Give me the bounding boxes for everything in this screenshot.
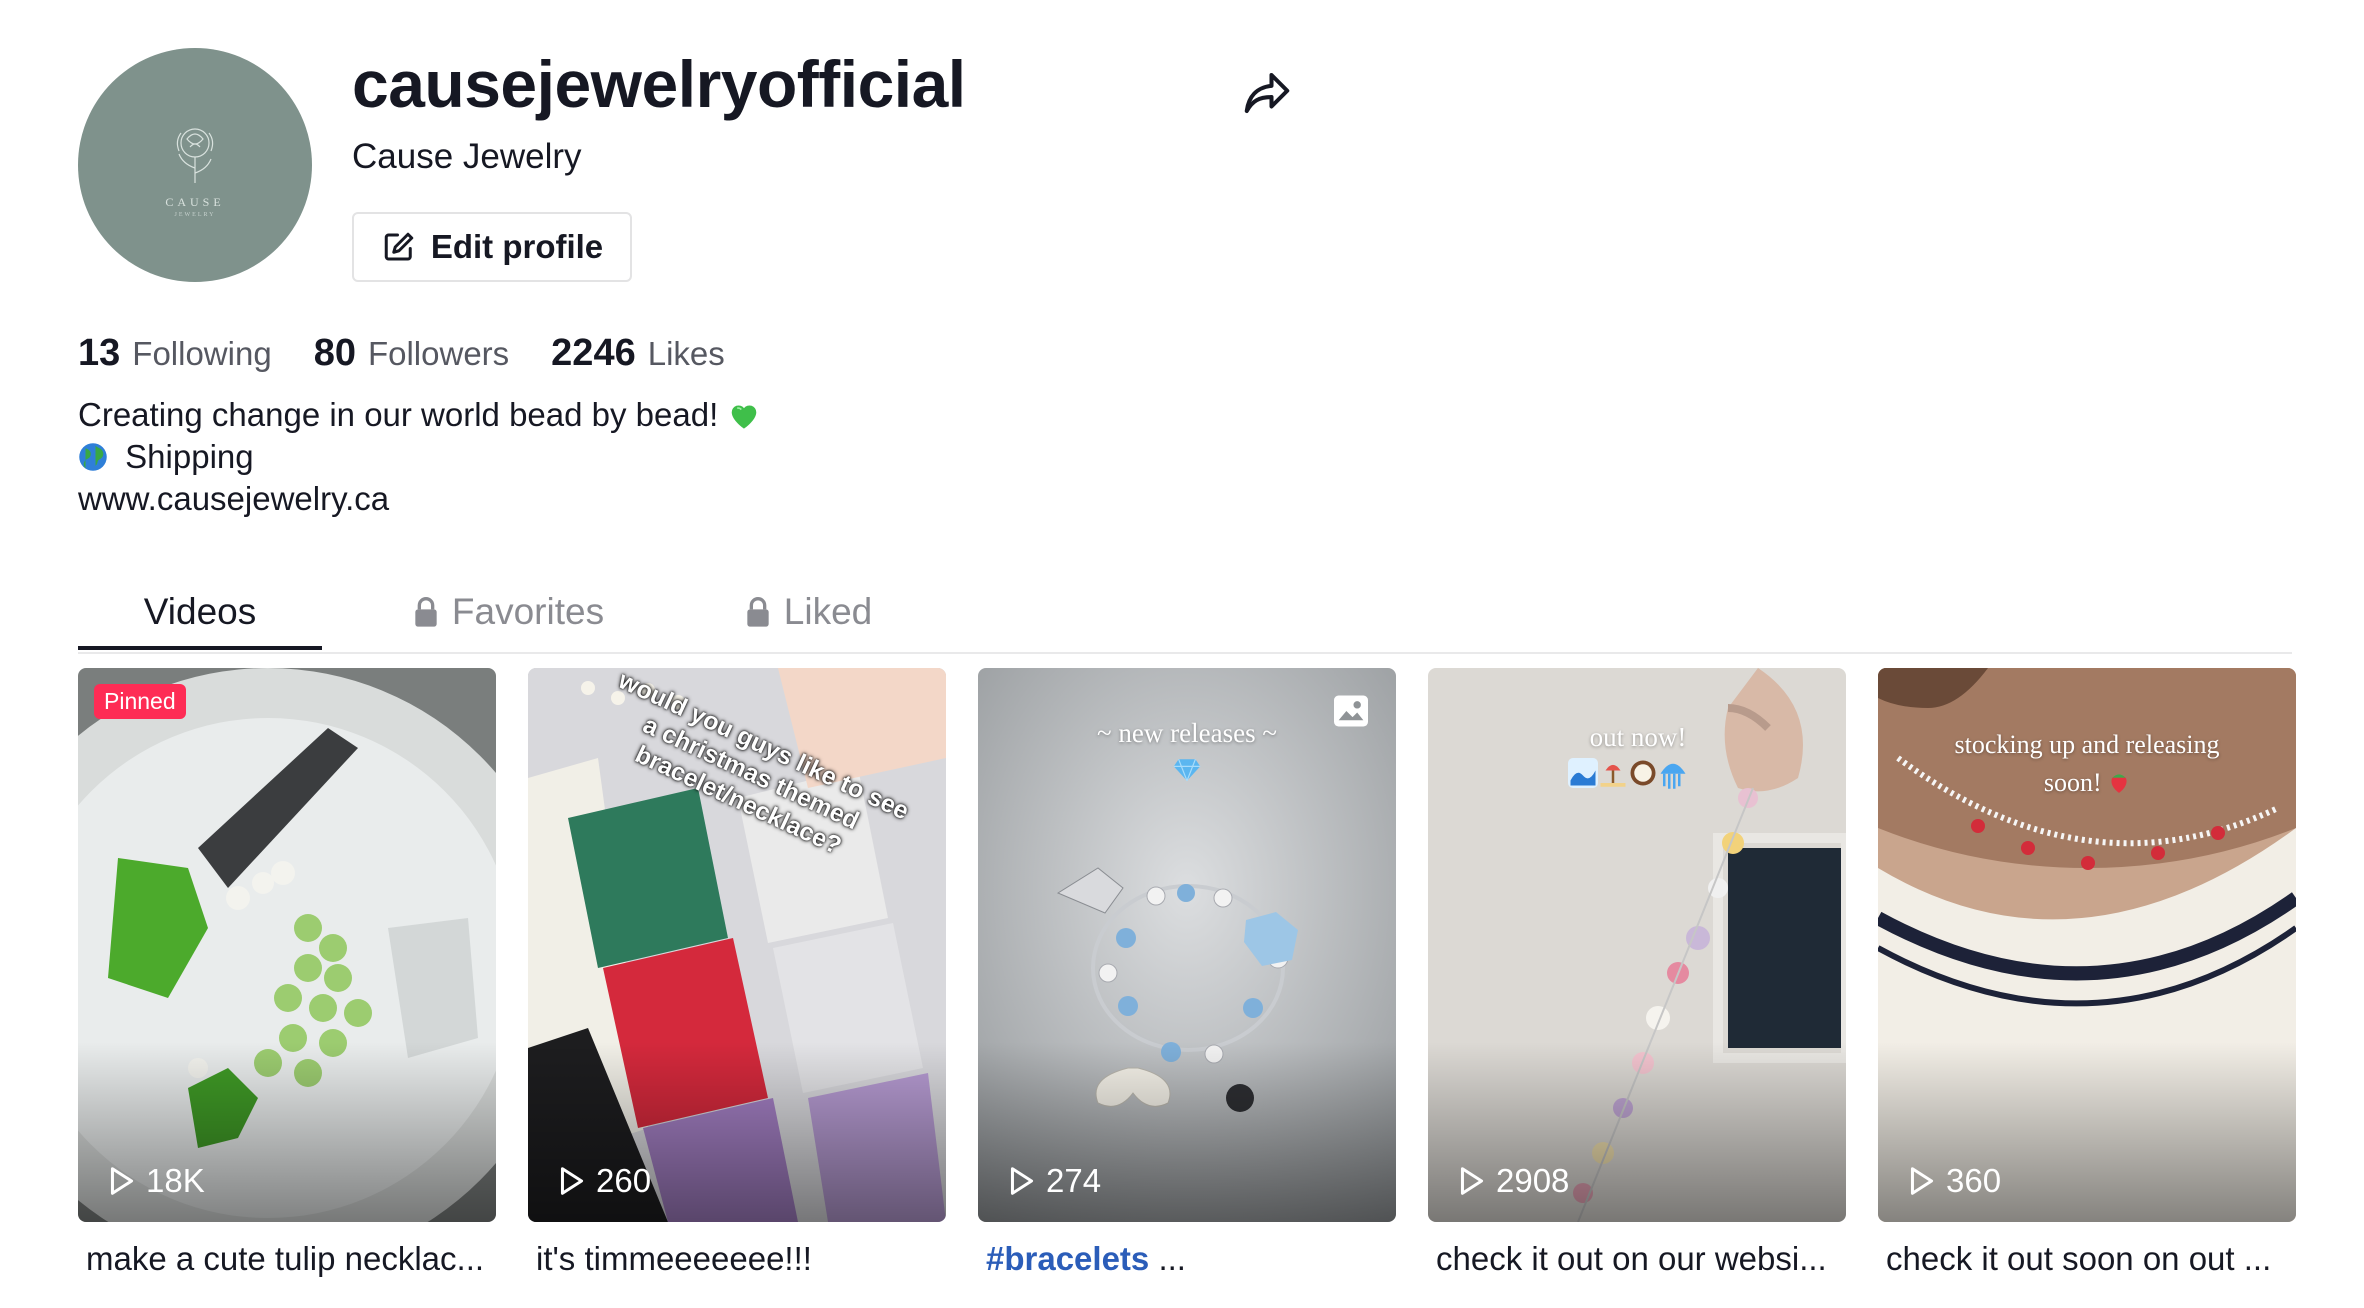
lock-icon	[415, 597, 437, 627]
followers-label: Followers	[367, 335, 510, 372]
hashtag-link[interactable]: #bracelets	[986, 1240, 1149, 1277]
video-card[interactable]: would you guys like to see a christmas t…	[528, 668, 946, 1282]
wave-icon	[1568, 758, 1598, 788]
play-icon	[110, 1167, 134, 1195]
overlay-caption: stocking up and releasing soon!	[1878, 726, 2296, 802]
video-thumbnail[interactable]: out now! 2908	[1428, 668, 1846, 1222]
caption-rest: ...	[1149, 1240, 1186, 1277]
video-caption[interactable]: #bracelets ...	[978, 1236, 1396, 1282]
bio: Creating change in our world bead by bea…	[78, 394, 761, 520]
profile-tabs: Videos Favorites Liked	[78, 574, 2292, 654]
view-count-value: 274	[1046, 1162, 1102, 1199]
tab-liked[interactable]: Liked	[718, 574, 898, 650]
tab-videos-label: Videos	[143, 591, 257, 632]
tab-videos[interactable]: Videos	[78, 574, 322, 650]
video-thumbnail[interactable]: stocking up and releasing soon! 360	[1878, 668, 2296, 1222]
following-label: Following	[132, 335, 272, 372]
pinned-badge: Pinned	[94, 684, 186, 719]
strawberry-icon	[2111, 774, 2127, 793]
avatar-logo-text: CAUSE	[165, 194, 225, 209]
video-caption[interactable]: make a cute tulip necklac...	[78, 1236, 496, 1282]
video-card[interactable]: stocking up and releasing soon! 360 chec…	[1878, 668, 2296, 1282]
following-count: 13	[78, 332, 121, 374]
tab-favorites-label: Favorites	[451, 591, 605, 632]
video-caption[interactable]: it's timmeeeeeee!!!	[528, 1236, 946, 1282]
view-count-value: 18K	[146, 1162, 205, 1199]
video-thumbnail[interactable]: would you guys like to see a christmas t…	[528, 668, 946, 1222]
view-count: 274	[1008, 1162, 1101, 1200]
view-count-value: 360	[1946, 1162, 2002, 1199]
active-tab-indicator	[78, 646, 322, 650]
bio-line-2: Shipping	[78, 436, 761, 478]
green-heart-icon	[732, 405, 757, 429]
play-icon	[1460, 1167, 1484, 1195]
video-card[interactable]: Pinned 18K make a cute tulip necklac...	[78, 668, 496, 1282]
likes-count: 2246	[551, 332, 636, 374]
play-icon	[560, 1167, 584, 1195]
following-stat[interactable]: 13 Following	[78, 328, 272, 379]
overlay-line-2: soon!	[1878, 764, 2296, 802]
video-card[interactable]: out now! 2908 check it out on our websi.…	[1428, 668, 1846, 1282]
view-count: 18K	[108, 1162, 205, 1200]
tab-liked-label: Liked	[783, 591, 873, 632]
nickname: Cause Jewelry	[352, 137, 582, 176]
bio-text: Creating change in our world bead by bea…	[78, 396, 719, 433]
edit-profile-label: Edit profile	[430, 228, 604, 265]
overlay-line-2-text: soon!	[2043, 768, 2102, 797]
play-icon	[1910, 1167, 1934, 1195]
followers-count: 80	[313, 332, 356, 374]
view-count: 260	[558, 1162, 651, 1200]
rose-logo-icon	[176, 127, 214, 183]
username: causejewelryofficial	[352, 47, 966, 121]
video-card[interactable]: ~ new releases ~ 274 #bracelets ...	[978, 668, 1396, 1282]
overlay-caption: out now!	[1589, 722, 1687, 752]
play-icon	[1010, 1167, 1034, 1195]
emoji-row	[1568, 758, 1688, 792]
avatar[interactable]: CAUSE JEWELRY	[78, 48, 312, 282]
video-caption[interactable]: check it out soon on out ...	[1878, 1236, 2296, 1282]
avatar-logo-subtext: JEWELRY	[174, 211, 216, 218]
overlay-line-1: stocking up and releasing	[1954, 730, 2220, 759]
globe-icon	[79, 443, 107, 471]
bio-link[interactable]: www.causejewelry.ca	[78, 478, 761, 520]
tab-favorites[interactable]: Favorites	[388, 574, 628, 650]
view-count-value: 260	[596, 1162, 652, 1199]
shipping-text: Shipping	[125, 438, 254, 475]
jellyfish-icon	[1660, 763, 1686, 789]
followers-stat[interactable]: 80 Followers	[314, 328, 509, 379]
video-thumbnail[interactable]: ~ new releases ~ 274	[978, 668, 1396, 1222]
view-count-value: 2908	[1496, 1162, 1570, 1199]
view-count: 360	[1908, 1162, 2001, 1200]
video-caption[interactable]: check it out on our websi...	[1428, 1236, 1846, 1282]
bio-line-1: Creating change in our world bead by bea…	[78, 394, 761, 436]
beach-icon	[1600, 764, 1626, 787]
lock-icon	[747, 597, 769, 627]
edit-profile-button[interactable]: Edit profile	[352, 212, 632, 282]
share-icon[interactable]	[1240, 66, 1294, 120]
edit-icon	[384, 232, 414, 261]
view-count: 2908	[1458, 1162, 1569, 1200]
coconut-icon	[1630, 760, 1656, 786]
likes-stat: 2246 Likes	[551, 328, 725, 379]
likes-label: Likes	[647, 335, 725, 372]
video-thumbnail[interactable]: Pinned 18K	[78, 668, 496, 1222]
gem-icon	[1173, 758, 1201, 782]
profile-stats: 13 Following 80 Followers 2246 Likes	[78, 328, 767, 379]
photo-carousel-icon	[1334, 695, 1368, 727]
